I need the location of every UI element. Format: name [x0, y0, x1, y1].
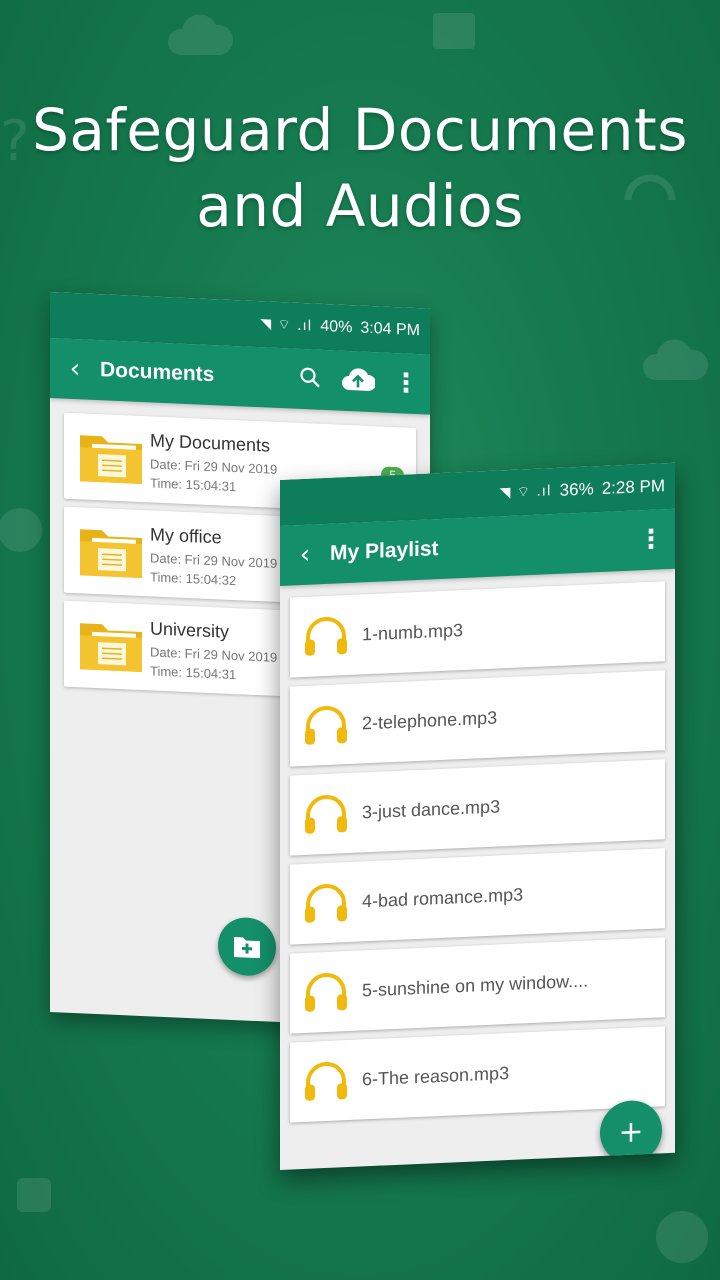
add-folder-icon — [234, 937, 260, 959]
track-name: 3-just dance.mp3 — [362, 795, 501, 822]
headphone-icon — [290, 1058, 362, 1103]
page-title: My Playlist — [330, 537, 439, 565]
headline: Safeguard Documents and Audios — [0, 92, 720, 244]
folder-time: Time: 15:04:32 — [150, 569, 237, 589]
back-icon[interactable]: ‹ — [280, 539, 330, 571]
headphone-icon — [290, 969, 362, 1014]
track-name: 2-telephone.mp3 — [362, 707, 498, 733]
folder-time: Time: 15:04:31 — [150, 475, 237, 495]
track-name: 4-bad romance.mp3 — [362, 883, 524, 911]
folder-name: University — [150, 618, 230, 642]
cloud-deco-icon — [642, 339, 709, 380]
video-icon — [433, 13, 475, 49]
track-item[interactable]: 6-The reason.mp3 — [290, 1026, 665, 1123]
battery-level: 36% — [559, 479, 594, 500]
folder-time: Time: 15:04:31 — [150, 663, 237, 683]
add-track-button[interactable]: + — [600, 1099, 662, 1165]
headphone-icon — [290, 791, 362, 836]
track-item[interactable]: 2-telephone.mp3 — [290, 670, 665, 767]
back-icon[interactable]: ‹ — [50, 353, 100, 385]
globe-deco-icon — [656, 1211, 708, 1263]
track-item[interactable]: 5-sunshine on my window.... — [290, 937, 665, 1034]
folder-date: Date: Fri 29 Nov 2019 — [150, 550, 278, 571]
cloud-upload-icon[interactable] — [334, 365, 382, 398]
clock: 2:28 PM — [601, 476, 665, 498]
track-name: 6-The reason.mp3 — [362, 1062, 510, 1089]
track-name: 1-numb.mp3 — [362, 619, 464, 644]
track-item[interactable]: 3-just dance.mp3 — [290, 759, 665, 856]
alarm-icon — [17, 1178, 51, 1212]
search-icon[interactable] — [286, 365, 334, 394]
folder-date: Date: Fri 29 Nov 2019 — [150, 456, 278, 477]
folder-name: My office — [150, 524, 222, 548]
track-list: 1-numb.mp3 2-telephone.mp3 3-just dance.… — [280, 569, 675, 1123]
folder-icon — [80, 623, 142, 673]
signal-icons: ◥ ⌔ .ıl — [260, 316, 313, 335]
headphone-icon — [290, 613, 362, 658]
clock: 3:04 PM — [360, 319, 420, 340]
globe-icon — [0, 508, 42, 552]
folder-date: Date: Fri 29 Nov 2019 — [150, 644, 278, 665]
cloud-icon — [167, 14, 234, 55]
track-item[interactable]: 1-numb.mp3 — [290, 581, 665, 678]
battery-level: 40% — [320, 317, 353, 337]
headphone-icon — [290, 702, 362, 747]
more-options-icon[interactable]: ⋮ — [627, 524, 675, 556]
folder-name: My Documents — [150, 430, 271, 456]
headphone-icon — [290, 880, 362, 925]
track-name: 5-sunshine on my window.... — [362, 970, 589, 1000]
folder-icon — [80, 435, 142, 485]
headline-line2: and Audios — [196, 172, 524, 240]
track-item[interactable]: 4-bad romance.mp3 — [290, 848, 665, 945]
signal-icons: ◥ ⌔ .ıl — [499, 483, 552, 502]
folder-icon — [80, 529, 142, 579]
page-title: Documents — [100, 358, 215, 387]
headline-line1: Safeguard Documents — [32, 96, 688, 164]
playlist-screen: ◥ ⌔ .ıl 36% 2:28 PM ‹ My Playlist ⋮ 1-nu… — [280, 462, 675, 1171]
add-folder-button[interactable] — [218, 916, 276, 977]
more-options-icon[interactable]: ⋮ — [382, 367, 430, 399]
